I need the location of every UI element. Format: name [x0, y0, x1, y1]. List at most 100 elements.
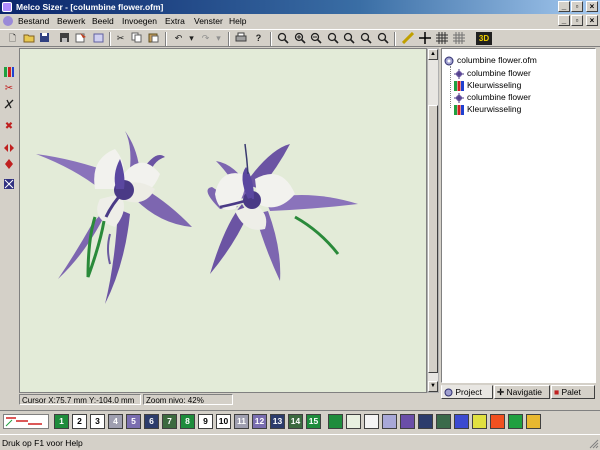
thread-color-swatch[interactable]	[490, 414, 505, 429]
thread-color-swatch[interactable]	[382, 414, 397, 429]
tree-item-color-change[interactable]: Kleurwisseling	[454, 79, 521, 91]
zoom-out-icon[interactable]	[309, 32, 322, 45]
vertical-scrollbar[interactable]: ▲ ▼	[427, 48, 439, 393]
measure-icon[interactable]	[401, 31, 414, 45]
tree-root[interactable]: columbine flower.ofm	[444, 54, 537, 66]
tab-navigatie[interactable]: ✛ Navigatie	[494, 385, 550, 399]
grid-icon[interactable]	[435, 32, 448, 45]
zoom-all-icon[interactable]	[276, 32, 289, 45]
tree-item-label: Kleurwisseling	[467, 104, 522, 114]
color-change-icon	[454, 80, 464, 91]
wizard-icon[interactable]	[92, 32, 105, 45]
zoom-window-icon[interactable]	[326, 32, 339, 45]
needle-swatch[interactable]: 5	[126, 414, 141, 429]
needle-swatch[interactable]: 3	[90, 414, 105, 429]
disk-icon[interactable]	[58, 32, 71, 45]
tree-item-design[interactable]: columbine flower	[454, 91, 531, 103]
scroll-down-icon[interactable]: ▼	[428, 381, 438, 392]
needle-swatch[interactable]: 15	[306, 414, 321, 429]
needle-swatch[interactable]: 9	[198, 414, 213, 429]
thread-color-swatch[interactable]	[400, 414, 415, 429]
needle-swatch[interactable]: 4	[108, 414, 123, 429]
needle-swatch[interactable]: 12	[252, 414, 267, 429]
needle-swatch[interactable]: 10	[216, 414, 231, 429]
thread-color-swatch[interactable]	[364, 414, 379, 429]
needle-swatch[interactable]: 14	[288, 414, 303, 429]
tree-item-color-change[interactable]: Kleurwisseling	[454, 103, 521, 115]
scroll-up-icon[interactable]: ▲	[428, 49, 438, 60]
maximize-button[interactable]: ▫	[571, 1, 583, 12]
app-icon[interactable]	[2, 2, 12, 12]
paste-icon[interactable]	[147, 32, 160, 45]
zoom-actual-icon[interactable]	[376, 32, 389, 45]
help-icon[interactable]: ?	[252, 32, 265, 45]
zoom-previous-icon[interactable]	[359, 32, 372, 45]
thread-color-swatch[interactable]	[472, 414, 487, 429]
needle-swatch[interactable]: 13	[270, 414, 285, 429]
title-bar[interactable]: Melco Sizer - [columbine flower.ofm]	[0, 0, 600, 14]
tab-palet[interactable]: ■ Palet	[551, 385, 595, 399]
needle-swatch[interactable]: 7	[162, 414, 177, 429]
design-canvas[interactable]	[19, 48, 427, 393]
stitch-icon[interactable]	[2, 98, 16, 112]
document-icon[interactable]	[3, 16, 13, 26]
thread-color-swatch[interactable]	[346, 414, 361, 429]
mdi-restore-button[interactable]: ▫	[571, 15, 583, 26]
zoom-in-icon[interactable]	[293, 32, 306, 45]
menu-bewerk[interactable]: Bewerk	[54, 14, 88, 28]
color-change-icon	[454, 104, 464, 115]
needle-swatch[interactable]: 11	[234, 414, 249, 429]
menu-bestand[interactable]: Bestand	[15, 14, 52, 28]
cut-icon[interactable]: ✂	[114, 32, 127, 45]
thread-color-swatch[interactable]	[508, 414, 523, 429]
trim-icon[interactable]: ✂	[2, 82, 16, 96]
properties-icon[interactable]	[74, 32, 87, 45]
open-folder-icon[interactable]	[22, 32, 35, 45]
thread-color-swatch[interactable]	[328, 414, 343, 429]
density-icon[interactable]	[2, 178, 16, 192]
menu-invoegen[interactable]: Invoegen	[119, 14, 160, 28]
scroll-thumb[interactable]	[428, 105, 438, 373]
needle-swatch[interactable]: 8	[180, 414, 195, 429]
mdi-close-button[interactable]: ×	[586, 15, 598, 26]
start-stop-icon[interactable]	[2, 142, 16, 156]
new-file-icon[interactable]: 🗋	[6, 32, 19, 45]
save-icon[interactable]	[38, 32, 51, 45]
zoom-fit-icon[interactable]	[342, 32, 355, 45]
mdi-minimize-button[interactable]: _	[558, 15, 570, 26]
jump-icon[interactable]	[2, 158, 16, 172]
print-icon[interactable]	[234, 32, 247, 45]
redo-dropdown-icon[interactable]: ▾	[212, 32, 225, 45]
thread-color-swatch[interactable]	[526, 414, 541, 429]
needle-sequence-preview[interactable]	[3, 414, 49, 429]
toolbar-separator	[228, 32, 230, 46]
undo-icon[interactable]: ↶	[172, 32, 185, 45]
menu-beeld[interactable]: Beeld	[89, 14, 117, 28]
thread-color-swatch[interactable]	[418, 414, 433, 429]
needle-swatch[interactable]: 1	[54, 414, 69, 429]
close-button[interactable]: ×	[586, 1, 598, 12]
redo-icon[interactable]: ↷	[199, 32, 212, 45]
3d-view-button[interactable]: 3D	[476, 32, 492, 45]
needle-swatch[interactable]: 6	[144, 414, 159, 429]
hoop-grid-icon[interactable]	[452, 32, 465, 45]
copy-icon[interactable]	[130, 32, 143, 45]
thread-color-swatch[interactable]	[454, 414, 469, 429]
tab-project[interactable]: Project	[441, 385, 493, 399]
menu-extra[interactable]: Extra	[162, 14, 188, 28]
cross-stitch-icon[interactable]: ✖	[2, 120, 16, 134]
tree-item-design[interactable]: columbine flower	[454, 67, 531, 79]
thread-color-swatch[interactable]	[436, 414, 451, 429]
resize-grip-icon[interactable]	[589, 439, 599, 449]
crosshair-icon[interactable]	[418, 32, 431, 45]
undo-dropdown-icon[interactable]: ▾	[185, 32, 198, 45]
minimize-button[interactable]: _	[558, 1, 570, 12]
menu-venster[interactable]: Venster	[191, 14, 226, 28]
app-window: Melco Sizer - [columbine flower.ofm] _ ▫…	[0, 0, 600, 450]
tree-root-label: columbine flower.ofm	[457, 55, 537, 65]
tab-label: Project	[455, 387, 482, 397]
tree-line	[450, 66, 451, 108]
menu-help[interactable]: Help	[226, 14, 249, 28]
needle-swatch[interactable]: 2	[72, 414, 87, 429]
color-change-icon[interactable]	[2, 66, 16, 80]
